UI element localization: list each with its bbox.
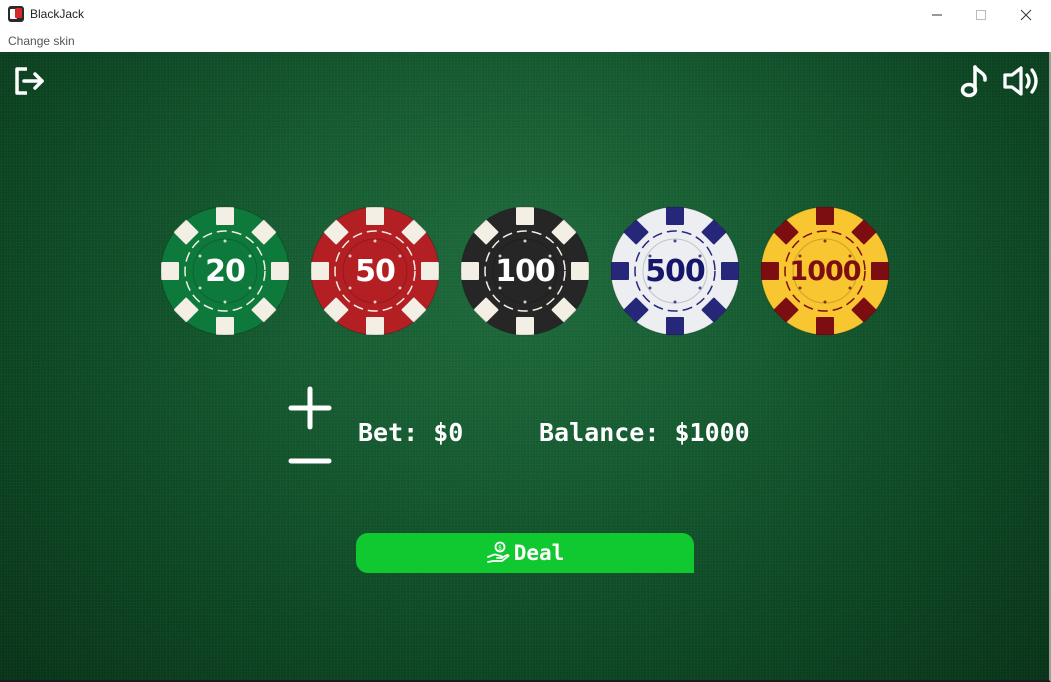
window-title: BlackJack: [30, 7, 85, 21]
chip-value-label: 100: [495, 253, 556, 289]
chip-value-label: 1000: [789, 255, 861, 287]
close-button[interactable]: [1003, 0, 1049, 30]
logout-icon[interactable]: [13, 65, 47, 97]
title-bar: BlackJack: [0, 0, 1051, 30]
app-icon: [8, 6, 24, 22]
chip-50[interactable]: 50: [310, 206, 440, 336]
minimize-button[interactable]: [914, 0, 960, 30]
chip-value-label: 50: [355, 253, 396, 289]
menu-item-change-skin[interactable]: Change skin: [8, 34, 75, 48]
deal-button[interactable]: $ Deal: [356, 533, 694, 573]
minimize-icon: [932, 14, 942, 16]
balance-amount: Balance: $1000: [539, 418, 750, 447]
chip-value-label: 20: [205, 253, 246, 289]
volume-icon[interactable]: [1002, 64, 1042, 98]
chip-20[interactable]: 20: [160, 206, 290, 336]
plus-icon[interactable]: [288, 386, 332, 430]
bet-amount: Bet: $0: [358, 418, 464, 447]
chip-value-label: 500: [645, 253, 706, 289]
menu-bar: Change skin: [0, 30, 1051, 52]
music-note-icon[interactable]: [960, 64, 990, 98]
game-table: 20 50 100 500 1000 Bet: $0 Balance: $100…: [0, 52, 1051, 682]
minus-icon[interactable]: [288, 450, 332, 472]
deal-label: Deal: [513, 541, 565, 565]
chip-500[interactable]: 500: [610, 206, 740, 336]
chip-1000[interactable]: 1000: [760, 206, 890, 336]
maximize-icon: [976, 10, 986, 20]
maximize-button[interactable]: [958, 0, 1004, 30]
hand-coin-icon: $: [486, 541, 510, 563]
felt-texture: [0, 52, 1049, 680]
close-icon: [1020, 9, 1032, 21]
chip-100[interactable]: 100: [460, 206, 590, 336]
svg-text:$: $: [498, 545, 502, 552]
